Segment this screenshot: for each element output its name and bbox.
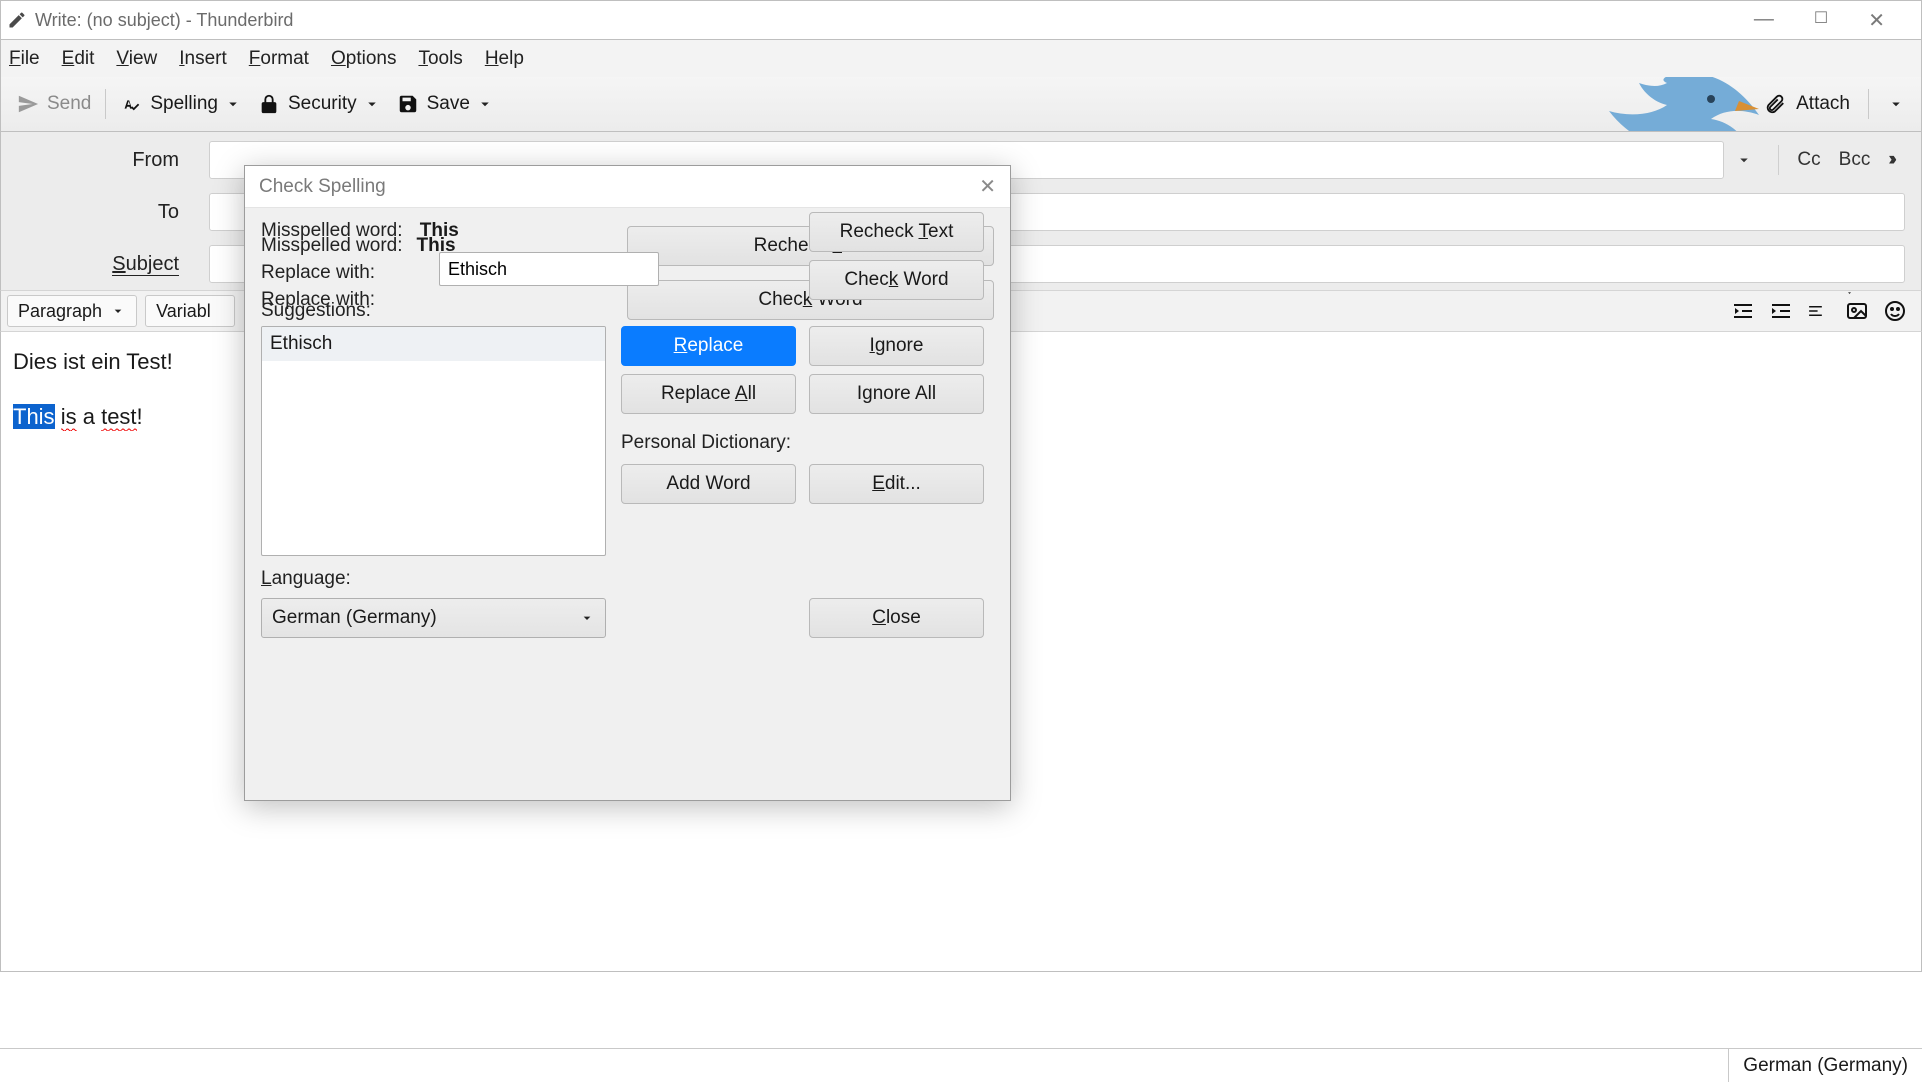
ignore-all-button[interactable]: Ignore All — [809, 374, 984, 414]
menu-insert[interactable]: Insert — [179, 48, 227, 70]
lock-icon — [258, 93, 280, 115]
replace-with-input[interactable] — [439, 252, 659, 286]
spelling-icon — [120, 93, 142, 115]
selected-word: This — [13, 404, 55, 429]
check-word-button[interactable]: Check Word — [809, 260, 984, 300]
spelling-label: Spelling — [150, 93, 218, 115]
status-language[interactable]: German (Germany) — [1728, 1049, 1908, 1082]
titlebar: Write: (no subject) - Thunderbird — ☐ ✕ — [0, 0, 1922, 40]
paperclip-icon — [1764, 93, 1786, 115]
from-dropdown[interactable] — [1724, 151, 1764, 169]
main-toolbar: Send Spelling Security Save Attach — [0, 77, 1922, 132]
to-label: To — [1, 201, 209, 224]
more-recipients-icon[interactable]: ›› — [1888, 149, 1893, 171]
menubar: File Edit View Insert Format Options Too… — [0, 40, 1922, 77]
send-button[interactable]: Send — [11, 93, 97, 115]
cc-button[interactable]: Cc — [1797, 149, 1820, 171]
from-label: From — [1, 149, 209, 172]
misspelled-word: test — [101, 404, 136, 431]
add-word-button[interactable]: Add Word — [621, 464, 796, 504]
suggestions-label: Suggestions: — [261, 300, 371, 322]
insert-image-dropdown[interactable] — [1845, 299, 1869, 323]
language-label: Language: — [261, 568, 351, 590]
separator — [1868, 89, 1869, 119]
minimize-button[interactable]: — — [1754, 8, 1774, 33]
recheck-text-button[interactable]: Recheck Text — [809, 212, 984, 252]
spelling-button[interactable]: Spelling — [114, 93, 224, 115]
font-family-select[interactable]: Variabl — [145, 295, 235, 327]
edit-dict-button[interactable]: Edit... — [809, 464, 984, 504]
align-dropdown[interactable] — [1807, 299, 1831, 323]
attach-dropdown[interactable] — [1887, 95, 1905, 113]
dialog-title: Check Spelling — [259, 176, 386, 198]
close-dialog-button[interactable]: Close — [809, 598, 984, 638]
personal-dict-label: Personal Dictionary: — [621, 432, 791, 454]
separator — [105, 89, 106, 119]
outdent-icon[interactable] — [1731, 299, 1755, 323]
language-select[interactable]: German (Germany) — [261, 598, 606, 638]
save-label: Save — [427, 93, 470, 115]
language-value: German (Germany) — [272, 607, 437, 629]
indent-icon[interactable] — [1769, 299, 1793, 323]
misspelled-label: Misspelled word: — [261, 220, 403, 241]
replace-button[interactable]: Replace — [621, 326, 796, 366]
spelling-dropdown[interactable] — [224, 95, 242, 113]
menu-tools[interactable]: Tools — [418, 48, 462, 70]
maximize-button[interactable]: ☐ — [1814, 8, 1828, 33]
ignore-button[interactable]: Ignore — [809, 326, 984, 366]
misspelled-word: is — [61, 404, 77, 431]
check-spelling-dialog: Check Spelling ✕ Misspelled word: This R… — [244, 165, 1011, 801]
statusbar: German (Germany) — [0, 1048, 1922, 1082]
save-icon — [397, 93, 419, 115]
security-button[interactable]: Security — [252, 93, 363, 115]
attach-button[interactable]: Attach — [1796, 93, 1850, 115]
bcc-button[interactable]: Bcc — [1839, 149, 1871, 171]
menu-format[interactable]: Format — [249, 48, 309, 70]
close-window-button[interactable]: ✕ — [1868, 8, 1885, 33]
compose-icon — [7, 10, 27, 30]
menu-help[interactable]: Help — [485, 48, 524, 70]
suggestion-item[interactable]: Ethisch — [262, 327, 605, 361]
thunderbird-logo — [1561, 77, 1761, 132]
menu-edit[interactable]: Edit — [62, 48, 95, 70]
menu-options[interactable]: Options — [331, 48, 396, 70]
save-dropdown[interactable] — [476, 95, 494, 113]
separator — [1778, 145, 1779, 175]
emoji-dropdown[interactable] — [1883, 299, 1907, 323]
send-icon — [17, 93, 39, 115]
font-family-label: Variabl — [156, 301, 211, 322]
replace-with-label: Replace with: — [261, 262, 375, 284]
dialog-close-icon[interactable]: ✕ — [979, 174, 996, 199]
paragraph-style-select[interactable]: Paragraph — [7, 295, 137, 327]
security-dropdown[interactable] — [363, 95, 381, 113]
menu-file[interactable]: File — [9, 48, 40, 70]
menu-view[interactable]: View — [116, 48, 157, 70]
misspelled-value: This — [420, 220, 459, 241]
paragraph-style-label: Paragraph — [18, 301, 102, 322]
security-label: Security — [288, 93, 357, 115]
save-button[interactable]: Save — [391, 93, 476, 115]
replace-all-button[interactable]: Replace All — [621, 374, 796, 414]
send-label: Send — [47, 93, 91, 115]
subject-label: Subject — [1, 253, 209, 276]
window-title: Write: (no subject) - Thunderbird — [35, 10, 293, 31]
